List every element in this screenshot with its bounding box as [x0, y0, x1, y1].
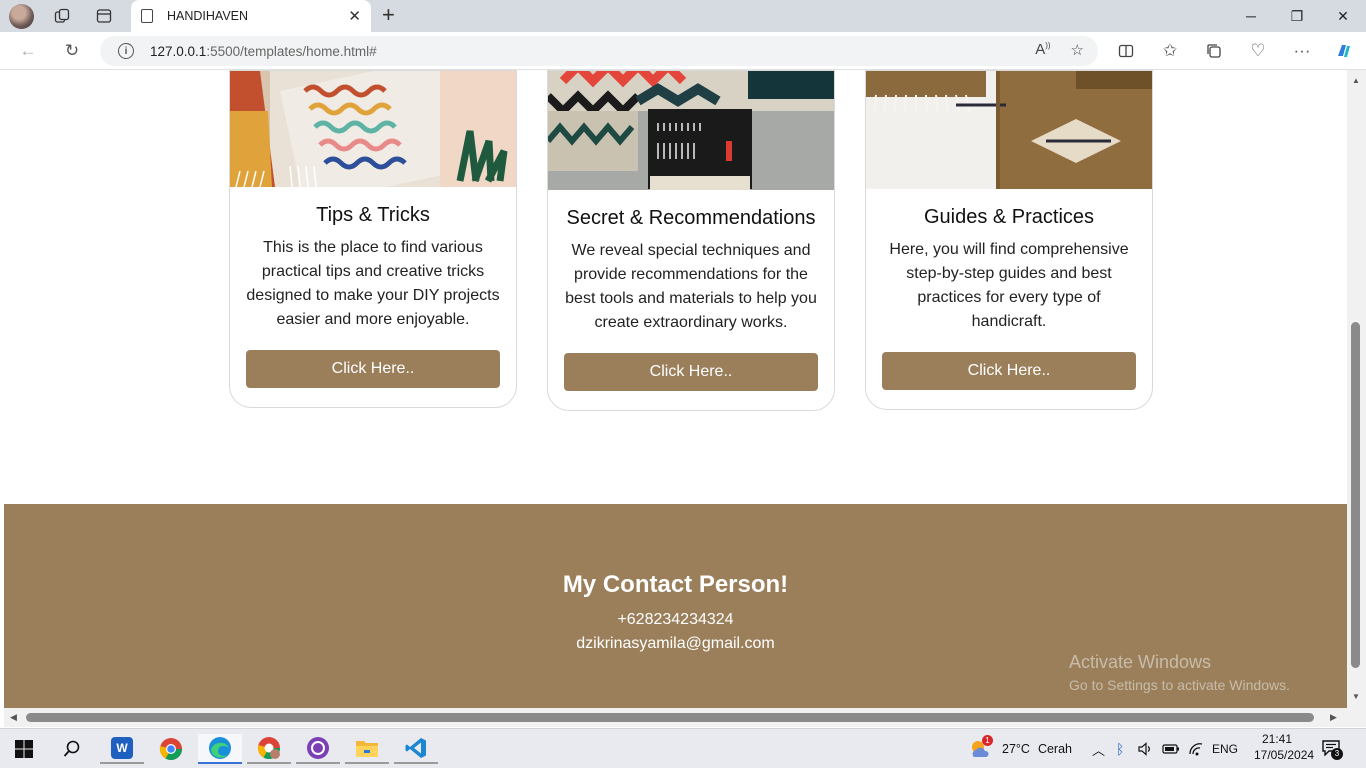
- back-icon[interactable]: ←: [15, 39, 41, 63]
- word-app-icon[interactable]: W: [100, 734, 144, 764]
- new-tab-icon[interactable]: +: [382, 4, 395, 26]
- search-icon[interactable]: [50, 734, 94, 764]
- scroll-left-arrow-icon[interactable]: ◀: [10, 712, 17, 723]
- card-image-woven-waves: [230, 71, 516, 187]
- card-image-woven-coasters: [548, 71, 834, 190]
- close-tab-icon[interactable]: ✕: [348, 7, 361, 25]
- close-window-icon[interactable]: ✕: [1328, 4, 1358, 28]
- url-path: :5500/templates/home.html#: [206, 43, 377, 59]
- vertical-scroll-thumb[interactable]: [1351, 322, 1360, 668]
- card-click-here-button[interactable]: Click Here..: [246, 350, 500, 388]
- copilot-icon[interactable]: [1331, 39, 1357, 63]
- read-aloud-icon[interactable]: A)): [1035, 41, 1050, 59]
- weather-sun-cloud-icon: 1: [968, 735, 993, 761]
- favorite-star-icon[interactable]: ☆: [1071, 41, 1084, 59]
- browser-tab[interactable]: HANDIHAVEN ✕: [131, 0, 371, 32]
- github-desktop-app-icon[interactable]: [296, 734, 340, 764]
- card-click-here-button[interactable]: Click Here..: [882, 352, 1136, 390]
- notification-count: 3: [1331, 748, 1343, 760]
- speaker-icon[interactable]: [1138, 729, 1152, 768]
- address-bar[interactable]: i 127.0.0.1:5500/templates/home.html# A)…: [100, 36, 1098, 66]
- workspaces-icon[interactable]: [49, 4, 75, 28]
- tab-actions-icon[interactable]: [91, 4, 117, 28]
- weather-condition: Cerah: [1037, 742, 1072, 756]
- edge-app-icon[interactable]: [198, 734, 242, 764]
- language-indicator[interactable]: ENG: [1212, 729, 1238, 768]
- windows-taskbar: W 1 27°C Cerah ︿ ᛒ ENG 21:41 17/05/2024: [0, 728, 1366, 768]
- footer-heading: My Contact Person!: [562, 571, 789, 598]
- page-icon: [141, 9, 153, 23]
- card-image-woven-diamond: [866, 71, 1152, 189]
- card-tips-tricks: Tips & Tricks This is the place to find …: [229, 70, 517, 408]
- card-description: Here, you will find comprehensive step-b…: [889, 241, 1129, 330]
- battery-icon[interactable]: [1162, 729, 1180, 768]
- clock-time: 21:41: [1261, 732, 1293, 746]
- wifi-icon[interactable]: [1188, 729, 1204, 768]
- weather-badge: 1: [982, 735, 993, 746]
- tab-title: HANDIHAVEN: [167, 9, 249, 23]
- page-viewport: Tips & Tricks This is the place to find …: [4, 70, 1347, 708]
- activate-windows-watermark: Activate Windows Go to Settings to activ…: [1069, 652, 1290, 693]
- url-host: 127.0.0.1: [150, 43, 207, 59]
- chrome-profile-app-icon[interactable]: [247, 734, 291, 764]
- browser-essentials-icon[interactable]: ♡: [1245, 39, 1271, 63]
- bluetooth-icon[interactable]: ᛒ: [1116, 729, 1124, 768]
- watermark-subtitle: Go to Settings to activate Windows.: [1069, 677, 1290, 693]
- favorites-icon[interactable]: ✩: [1157, 39, 1183, 63]
- start-button[interactable]: [2, 734, 46, 764]
- horizontal-scroll-thumb[interactable]: [26, 713, 1314, 722]
- scroll-right-arrow-icon[interactable]: ▶: [1330, 712, 1337, 723]
- file-explorer-app-icon[interactable]: [345, 734, 389, 764]
- site-info-icon[interactable]: i: [118, 43, 134, 59]
- scroll-up-arrow-icon[interactable]: ▲: [1352, 76, 1360, 85]
- card-description: This is the place to find various practi…: [246, 239, 500, 328]
- notification-center-icon[interactable]: 3: [1322, 729, 1343, 768]
- card-title: Secret & Recommendations: [566, 207, 816, 229]
- word-letter: W: [111, 737, 133, 759]
- scrollbar-corner: [1347, 708, 1366, 727]
- card-click-here-button[interactable]: Click Here..: [564, 353, 818, 391]
- split-screen-icon[interactable]: [1113, 39, 1139, 63]
- card-description: We reveal special techniques and provide…: [565, 242, 817, 331]
- vscode-app-icon[interactable]: [394, 734, 438, 764]
- tab-bar: HANDIHAVEN ✕ + ─ ❐ ✕: [0, 0, 1366, 32]
- card-title: Guides & Practices: [923, 206, 1095, 228]
- url-text[interactable]: 127.0.0.1:5500/templates/home.html#: [150, 44, 377, 59]
- refresh-icon[interactable]: ↻: [59, 39, 85, 63]
- chrome-app-icon[interactable]: [149, 734, 193, 764]
- vertical-scrollbar[interactable]: ▲ ▼: [1347, 70, 1366, 708]
- card-guides-practices: Guides & Practices Here, you will find c…: [865, 70, 1153, 410]
- contact-phone: +628234234324: [617, 611, 734, 628]
- weather-widget[interactable]: 1 27°C Cerah: [968, 729, 1072, 768]
- watermark-title: Activate Windows: [1069, 652, 1212, 672]
- navigation-bar: ← ↻ i 127.0.0.1:5500/templates/home.html…: [0, 32, 1366, 70]
- contact-email: dzikrinasyamila@gmail.com: [576, 635, 775, 652]
- show-hidden-icons-chevron-icon[interactable]: ︿: [1092, 729, 1105, 768]
- collections-icon[interactable]: [1201, 39, 1227, 63]
- card-secret-recommendations: Secret & Recommendations We reveal speci…: [547, 70, 835, 411]
- clock-date: 17/05/2024: [1254, 748, 1315, 762]
- minimize-icon[interactable]: ─: [1236, 4, 1266, 28]
- weather-temperature: 27°C: [1002, 742, 1030, 756]
- restore-icon[interactable]: ❐: [1282, 4, 1312, 28]
- system-clock[interactable]: 21:41 17/05/2024: [1254, 731, 1315, 763]
- scroll-down-arrow-icon[interactable]: ▼: [1352, 692, 1360, 701]
- horizontal-scrollbar[interactable]: ◀ ▶: [4, 708, 1347, 727]
- profile-avatar[interactable]: [9, 4, 34, 29]
- card-title: Tips & Tricks: [316, 204, 430, 226]
- settings-more-icon[interactable]: ···: [1289, 39, 1315, 63]
